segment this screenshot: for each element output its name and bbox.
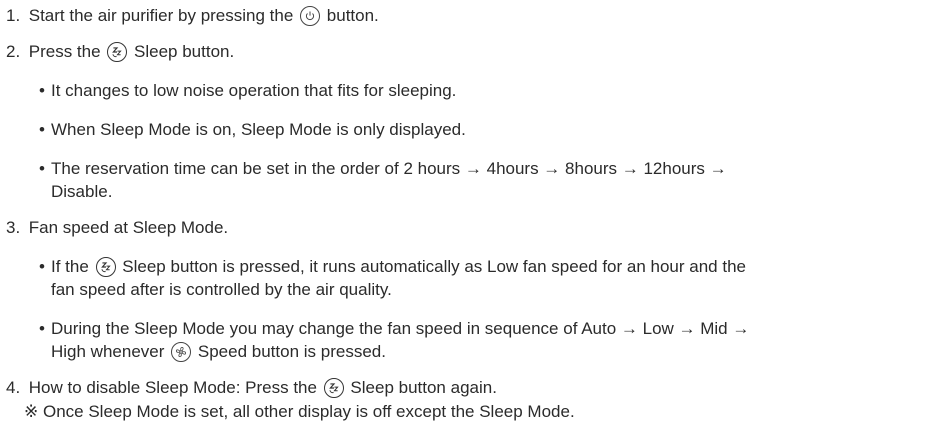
bullet-marker: • <box>39 319 45 338</box>
step-text: Sleep button again. <box>350 378 497 397</box>
power-icon <box>300 6 321 26</box>
step-2: 2. Press the Sleep button. <box>6 40 234 63</box>
bullet-text-continued: High whenever Speed button is pressed. <box>51 340 386 363</box>
step-text: Press the <box>28 42 101 61</box>
step-1: 1. Start the air purifier by pressing th… <box>6 4 379 27</box>
note: ※ Once Sleep Mode is set, all other disp… <box>24 402 575 421</box>
bullet-text: The reservation time can be set in the o… <box>51 159 727 178</box>
bullet-text-continued: fan speed after is controlled by the air… <box>51 280 392 299</box>
step-text: Fan speed at Sleep Mode. <box>28 218 229 237</box>
step-text: Start the air purifier by pressing the <box>28 6 294 25</box>
step-number: 4. <box>6 378 21 397</box>
bullet-marker: • <box>39 120 45 139</box>
bullet-text: During the Sleep Mode you may change the… <box>51 319 750 338</box>
bullet-marker: • <box>39 81 45 100</box>
bullet-marker: • <box>39 257 45 276</box>
sleep-icon <box>107 42 128 62</box>
step-text: Sleep button. <box>134 42 235 61</box>
bullet-text: It changes to low noise operation that f… <box>51 81 457 100</box>
bullet-text-part: Sleep button is pressed, it runs automat… <box>122 257 746 276</box>
bullet-marker: • <box>39 159 45 178</box>
step-number: 3. <box>6 218 21 237</box>
bullet-text-continued: Disable. <box>51 182 113 201</box>
step-text: How to disable Sleep Mode: Press the <box>28 378 317 397</box>
bullet-text-part: High whenever <box>51 342 165 361</box>
step-4: 4. How to disable Sleep Mode: Press the … <box>6 376 497 399</box>
sleep-icon <box>323 378 344 398</box>
step-number: 1. <box>6 6 21 25</box>
bullet-text-part: If the <box>51 257 89 276</box>
step-3: 3. Fan speed at Sleep Mode. <box>6 216 228 239</box>
bullet-text-part: Speed button is pressed. <box>197 342 386 361</box>
bullet-text: When Sleep Mode is on, Sleep Mode is onl… <box>51 120 466 139</box>
bullet-text: If the Sleep button is pressed, it runs … <box>51 255 746 278</box>
fan-speed-icon <box>171 342 192 362</box>
step-text: button. <box>326 6 379 25</box>
sleep-icon <box>95 257 116 277</box>
step-number: 2. <box>6 42 21 61</box>
